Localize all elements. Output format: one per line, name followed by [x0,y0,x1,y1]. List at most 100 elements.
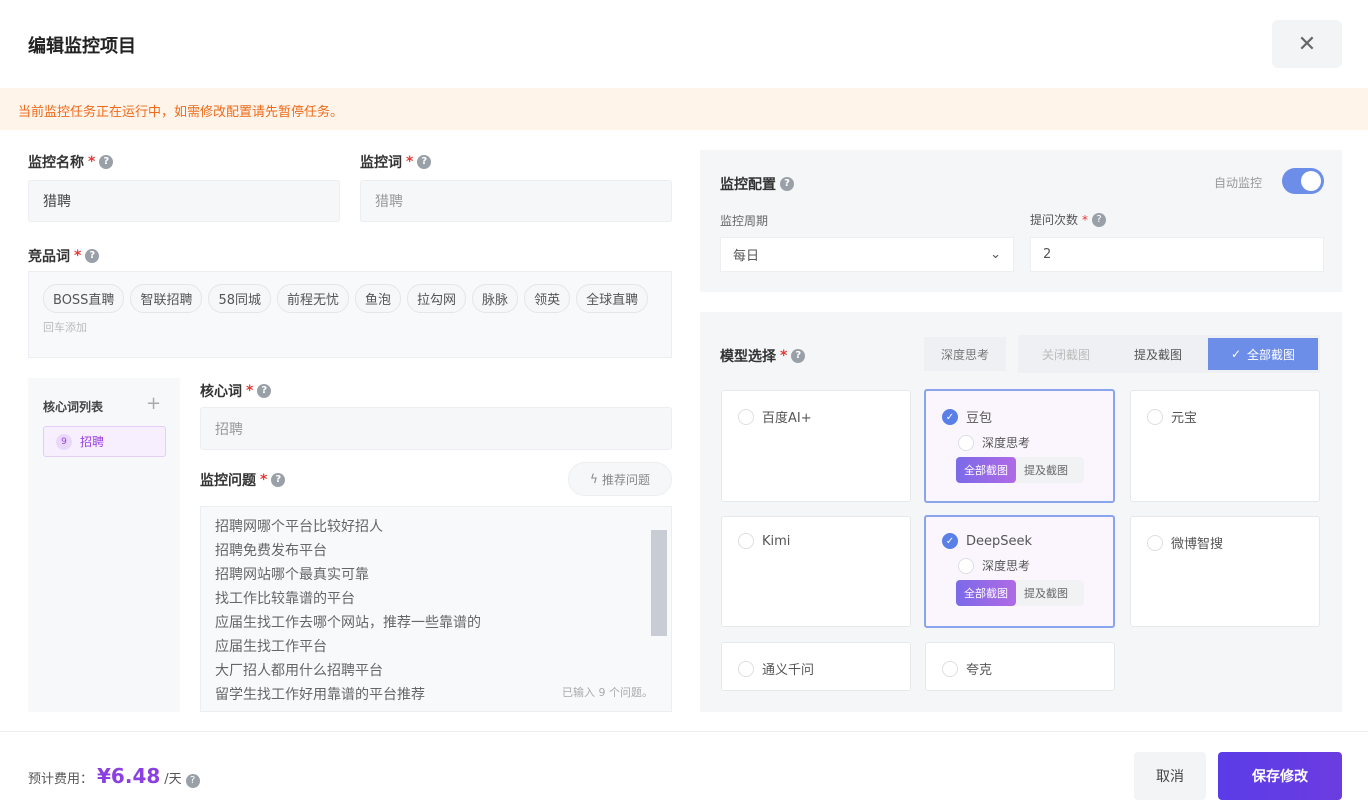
questions-textarea[interactable]: 招聘网哪个平台比较好招人 招聘免费发布平台 招聘网站哪个最真实可靠 找工作比较靠… [200,506,672,712]
help-icon[interactable]: ? [99,155,114,169]
model-card-baidu[interactable]: 百度AI+ [721,390,911,502]
competitor-hint: 回车添加 [43,321,87,334]
competitor-tag[interactable]: 拉勾网 [407,284,467,313]
mention-screenshot-button[interactable]: 提及截图 [1016,580,1076,606]
config-title: 监控配置? [720,174,794,194]
core-list-item[interactable]: 9 招聘 [43,426,166,457]
times-input[interactable]: 2 [1030,237,1324,272]
model-card-quark[interactable]: 夸克 [925,642,1115,691]
question-line: 招聘免费发布平台 [215,543,327,559]
help-icon[interactable]: ? [1092,212,1107,227]
questions-label: 监控问题 *? [200,470,286,490]
competitor-tag[interactable]: 58同城 [208,284,271,313]
required-mark: * [780,348,788,364]
label-text: 监控配置 [720,177,776,193]
model-name: 微博智搜 [1171,537,1224,552]
question-line: 应届生找工作平台 [215,639,327,655]
help-icon[interactable]: ? [780,177,794,191]
competitor-tag[interactable]: 领英 [524,284,571,313]
help-icon[interactable]: ? [257,384,272,398]
save-button[interactable]: 保存修改 [1218,752,1342,800]
close-button[interactable]: ✕ [1272,20,1342,68]
competitor-tags-input[interactable]: BOSS直聘 智联招聘 58同城 前程无忧 鱼泡 拉勾网 脉脉 领英 全球直聘 … [28,271,672,358]
model-card-weibo[interactable]: 微博智搜 [1130,516,1320,627]
count-badge: 9 [56,433,72,450]
radio[interactable] [942,660,958,677]
core-input[interactable]: 招聘 [200,407,672,450]
period-label: 监控周期 [720,214,769,228]
auto-monitor-label: 自动监控 [1214,176,1263,190]
label-text: 监控词 [360,155,402,171]
cancel-button[interactable]: 取消 [1134,752,1206,800]
radio[interactable] [1147,534,1163,551]
label-text: 核心词 [200,384,242,400]
deep-think-label: 深度思考 [982,436,1031,450]
required-mark: * [246,383,254,399]
radio[interactable] [738,533,754,549]
add-icon[interactable]: + [146,393,161,414]
competitor-tag[interactable]: 全球直聘 [576,284,649,313]
model-name: 豆包 [966,411,993,426]
competitor-tag[interactable]: 鱼泡 [355,284,402,313]
required-mark: * [74,248,82,264]
cost-label: 预计费用： [28,772,94,787]
competitor-tag[interactable]: 脉脉 [472,284,519,313]
dialog-title: 编辑监控项目 [28,36,136,57]
radio[interactable] [738,408,754,425]
questions-count: 已输入 9 个问题。 [562,686,653,699]
competitor-tag[interactable]: 智联招聘 [130,284,203,313]
mode-label: 全部截图 [1247,347,1296,362]
checked-icon[interactable]: ✓ [942,533,958,549]
model-card-doubao[interactable]: ✓ 豆包深度思考全部截图 提及截图 [924,389,1115,503]
required-mark: * [260,472,268,488]
sparkle-icon: ϟ [590,472,598,486]
recommend-questions-button[interactable]: ϟ 推荐问题 [568,462,672,496]
deep-think-toggle[interactable]: 深度思考 [924,337,1006,371]
radio[interactable] [1147,408,1163,425]
model-card-deepseek[interactable]: ✓ DeepSeek 深度思考 全部截图 提及截图 [924,515,1115,628]
radio[interactable] [738,660,754,677]
question-line: 招聘网哪个平台比较好招人 [215,519,383,535]
question-line: 应届生找工作去哪个网站，推荐一些靠谱的 [215,615,481,631]
word-input[interactable]: 猎聘 [360,180,672,222]
model-card-yuanbao[interactable]: 元宝 [1130,390,1320,502]
model-card-kimi[interactable]: Kimi [721,516,911,627]
competitor-tag[interactable]: 前程无忧 [277,284,350,313]
check-icon: ✓ [1230,347,1242,361]
competitor-tag[interactable]: BOSS直聘 [43,284,125,313]
checked-icon[interactable]: ✓ [942,408,958,425]
model-card-tongyi[interactable]: 通义千问 [721,642,911,691]
model-name: Kimi [762,533,791,549]
mode-close-screenshot[interactable]: 关闭截图 [1022,338,1110,370]
mode-all-screenshot[interactable]: ✓ 全部截图 [1208,338,1318,370]
name-input[interactable]: 猎聘 [28,180,340,222]
scrollbar[interactable] [651,530,667,636]
cost-estimate: 预计费用： ¥6.48 /天 ? [28,764,200,788]
model-name: 通义千问 [762,663,815,678]
period-select[interactable]: 每日 ⌄ [720,237,1014,272]
help-icon[interactable]: ? [791,349,806,363]
mode-mention-screenshot[interactable]: 提及截图 [1112,338,1204,370]
button-label: 推荐问题 [601,472,650,487]
help-icon[interactable]: ? [185,774,200,788]
core-label: 核心词 *? [200,381,272,401]
required-mark: * [406,154,414,170]
radio[interactable] [958,557,974,574]
help-icon[interactable]: ? [417,155,432,169]
auto-monitor-toggle[interactable] [1282,168,1324,194]
model-name: 夸克 [966,663,993,678]
label-text: 竞品词 [28,249,70,265]
mention-screenshot-button[interactable]: 提及截图 [1016,457,1076,483]
models-title: 模型选择 *? [720,346,806,366]
label-text: 监控问题 [200,473,256,489]
competitor-label: 竞品词 *? [28,246,100,266]
all-screenshot-button[interactable]: 全部截图 [956,457,1016,483]
radio[interactable] [958,434,974,451]
help-icon[interactable]: ? [271,473,286,487]
label-text: 模型选择 [720,349,776,365]
warning-banner: 当前监控任务正在运行中，如需修改配置请先暂停任务。 [0,88,1368,130]
label-text: 监控名称 [28,155,84,171]
help-icon[interactable]: ? [85,249,100,263]
times-label: 提问次数 *? [1030,211,1107,228]
all-screenshot-button[interactable]: 全部截图 [956,580,1016,606]
